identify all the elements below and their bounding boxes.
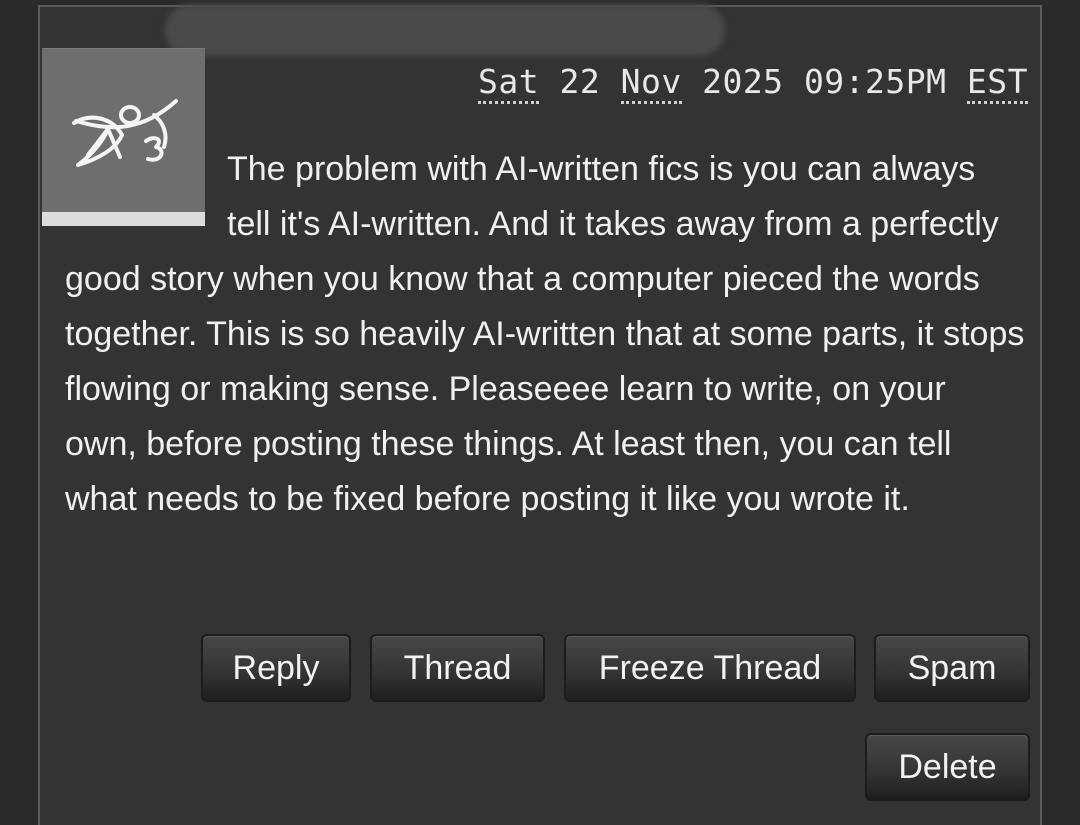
page-background: Sat 22 Nov 2025 09:25PM EST The problem … (0, 0, 1080, 825)
thread-button[interactable]: Thread (370, 634, 545, 702)
delete-button[interactable]: Delete (865, 733, 1030, 801)
month: Nov (620, 62, 682, 104)
reply-button[interactable]: Reply (201, 634, 351, 702)
comment-datetime: Sat 22 Nov 2025 09:25PM EST (477, 62, 1028, 104)
weekday: Sat (477, 62, 540, 104)
spam-button[interactable]: Spam (874, 634, 1030, 702)
freeze-thread-button[interactable]: Freeze Thread (564, 634, 856, 702)
year: 2025 (702, 62, 784, 101)
time: 09:25PM (803, 62, 947, 101)
timezone: EST (966, 62, 1028, 104)
redacted-username (165, 4, 725, 56)
comment-body: The problem with AI-written fics is you … (65, 142, 1025, 527)
day: 22 (559, 62, 601, 101)
